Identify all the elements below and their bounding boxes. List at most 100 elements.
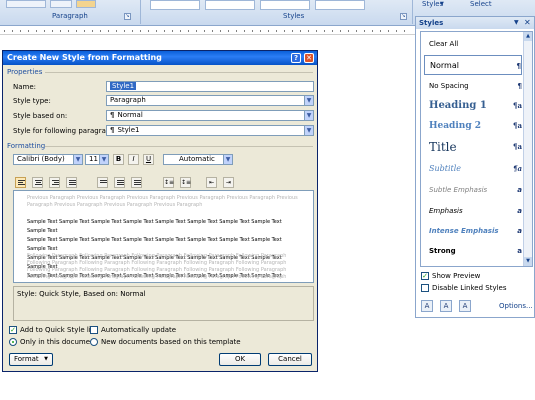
- following-label: Style for following paragraph:: [13, 127, 118, 135]
- styles-launcher-icon[interactable]: ↘: [400, 13, 407, 20]
- style-item-normal[interactable]: Normal ¶: [424, 55, 522, 75]
- style-item-heading-2[interactable]: Heading 2 ¶a: [424, 116, 522, 136]
- name-field[interactable]: Style1: [106, 81, 314, 92]
- style-item-clear-all[interactable]: Clear All: [424, 34, 522, 54]
- ruler-tick: [52, 30, 53, 32]
- decrease-indent-icon: ⇤: [208, 179, 215, 186]
- chevron-down-icon[interactable]: ▼: [223, 155, 232, 164]
- ruler-tick: [204, 30, 205, 32]
- format-button[interactable]: Format ▼: [9, 353, 53, 366]
- ruler-tick: [156, 30, 157, 32]
- add-quick-style-checkbox[interactable]: ✓: [9, 326, 17, 334]
- align-left-button[interactable]: [15, 177, 26, 188]
- horizontal-ruler[interactable]: [0, 27, 415, 35]
- chevron-down-icon[interactable]: ▼: [304, 126, 313, 135]
- ruler-tick: [356, 30, 357, 32]
- double-spacing-button[interactable]: [131, 177, 142, 188]
- select-button[interactable]: Select: [470, 0, 492, 8]
- italic-button[interactable]: I: [128, 154, 139, 165]
- formatting-divider: [45, 146, 313, 147]
- format-button-label: Format: [14, 355, 39, 363]
- font-select[interactable]: Calibri (Body) ▼: [13, 154, 83, 165]
- decrease-indent-button[interactable]: ⇤: [206, 177, 217, 188]
- ok-button[interactable]: OK: [219, 353, 261, 366]
- ribbon-paragraph-buttons-2[interactable]: [50, 0, 72, 8]
- style-item-intense-emphasis[interactable]: Intense Emphasis a: [424, 221, 522, 241]
- style-item-label: Subtitle: [429, 164, 462, 173]
- only-this-document-radio[interactable]: [9, 338, 17, 346]
- align-right-button[interactable]: [49, 177, 60, 188]
- style-item-title[interactable]: Title ¶a: [424, 137, 522, 157]
- one-half-spacing-button[interactable]: [114, 177, 125, 188]
- auto-update-checkbox[interactable]: [90, 326, 98, 334]
- font-size-select[interactable]: 11 ▼: [85, 154, 109, 165]
- ruler-tick: [396, 30, 397, 32]
- ruler-tick: [36, 30, 37, 32]
- justify-icon: [69, 180, 76, 186]
- style-item-label: Normal: [430, 61, 459, 70]
- ruler-tick: [292, 30, 293, 32]
- single-spacing-button[interactable]: [97, 177, 108, 188]
- style-list-scrollbar[interactable]: ▲ ▼: [523, 32, 532, 266]
- scroll-down-icon[interactable]: ▼: [524, 257, 532, 266]
- ruler-tick: [244, 30, 245, 32]
- disable-linked-styles-checkbox[interactable]: [421, 284, 429, 292]
- following-select[interactable]: ¶ Style1 ▼: [106, 125, 314, 136]
- font-color-select[interactable]: Automatic ▼: [163, 154, 233, 165]
- cancel-button[interactable]: Cancel: [268, 353, 312, 366]
- style-item-subtitle[interactable]: Subtitle ¶a: [424, 159, 522, 179]
- style-list[interactable]: Clear All Normal ¶ No Spacing ¶ Heading …: [420, 31, 533, 267]
- formatting-group-label: Formatting: [7, 142, 46, 150]
- show-preview-checkbox[interactable]: ✓: [421, 272, 429, 280]
- linked-style-icon: ¶a: [513, 121, 522, 130]
- quick-style-gallery-1[interactable]: [150, 0, 200, 10]
- ruler-tick: [164, 30, 165, 32]
- options-link[interactable]: Options...: [499, 302, 533, 310]
- bold-button[interactable]: B: [113, 154, 124, 165]
- ribbon-paragraph-buttons[interactable]: [6, 0, 46, 8]
- chevron-down-icon[interactable]: ▼: [99, 155, 108, 164]
- style-type-value: Paragraph: [110, 96, 146, 104]
- quick-style-gallery-3[interactable]: [260, 0, 310, 10]
- styles-pane: Styles ▼ ✕ Clear All Normal ¶ No Spacing…: [415, 16, 535, 318]
- manage-styles-icon: A: [462, 302, 468, 310]
- help-button[interactable]: ?: [291, 53, 301, 63]
- pane-options-chevron-icon[interactable]: ▼: [514, 17, 519, 29]
- increase-indent-button[interactable]: ⇥: [223, 177, 234, 188]
- change-styles-arrow-icon[interactable]: ▼: [440, 1, 444, 7]
- decrease-spacing-button[interactable]: ↕≡: [180, 177, 191, 188]
- properties-divider: [45, 72, 313, 73]
- close-pane-icon[interactable]: ✕: [524, 17, 531, 29]
- style-item-label: Strong: [429, 247, 456, 255]
- style-type-select[interactable]: Paragraph ▼: [106, 95, 314, 106]
- style-item-strong[interactable]: Strong a: [424, 241, 522, 261]
- underline-button[interactable]: U: [143, 154, 154, 165]
- manage-styles-button[interactable]: A: [459, 300, 471, 312]
- style-item-subtle-emphasis[interactable]: Subtle Emphasis a: [424, 180, 522, 200]
- quick-style-gallery-4[interactable]: [315, 0, 365, 10]
- style-item-heading-1[interactable]: Heading 1 ¶a: [424, 96, 522, 116]
- chevron-down-icon[interactable]: ▼: [304, 96, 313, 105]
- ribbon-separator-2: [412, 0, 413, 24]
- dialog-titlebar[interactable]: Create New Style from Formatting: [3, 51, 317, 65]
- chevron-down-icon[interactable]: ▼: [304, 111, 313, 120]
- based-on-select[interactable]: ¶ Normal ▼: [106, 110, 314, 121]
- style-item-emphasis[interactable]: Emphasis a: [424, 201, 522, 221]
- ribbon-active-button[interactable]: [76, 0, 96, 8]
- style-inspector-button[interactable]: A: [440, 300, 452, 312]
- new-documents-radio[interactable]: [90, 338, 98, 346]
- close-button[interactable]: ✕: [304, 53, 314, 63]
- styles-pane-header[interactable]: Styles ▼ ✕: [416, 17, 534, 29]
- chevron-down-icon[interactable]: ▼: [73, 155, 82, 164]
- new-style-button[interactable]: A: [421, 300, 433, 312]
- scroll-up-icon[interactable]: ▲: [524, 32, 532, 41]
- quick-style-gallery-2[interactable]: [205, 0, 255, 10]
- character-style-icon: a: [517, 207, 522, 215]
- preview-line: Following Paragraph Following Paragraph …: [27, 267, 287, 273]
- style-item-no-spacing[interactable]: No Spacing ¶: [424, 76, 522, 96]
- justify-button[interactable]: [66, 177, 77, 188]
- paragraph-launcher-icon[interactable]: ↘: [124, 13, 131, 20]
- align-center-button[interactable]: [32, 177, 43, 188]
- align-center-icon: [35, 180, 42, 186]
- increase-spacing-button[interactable]: ↕≡: [163, 177, 174, 188]
